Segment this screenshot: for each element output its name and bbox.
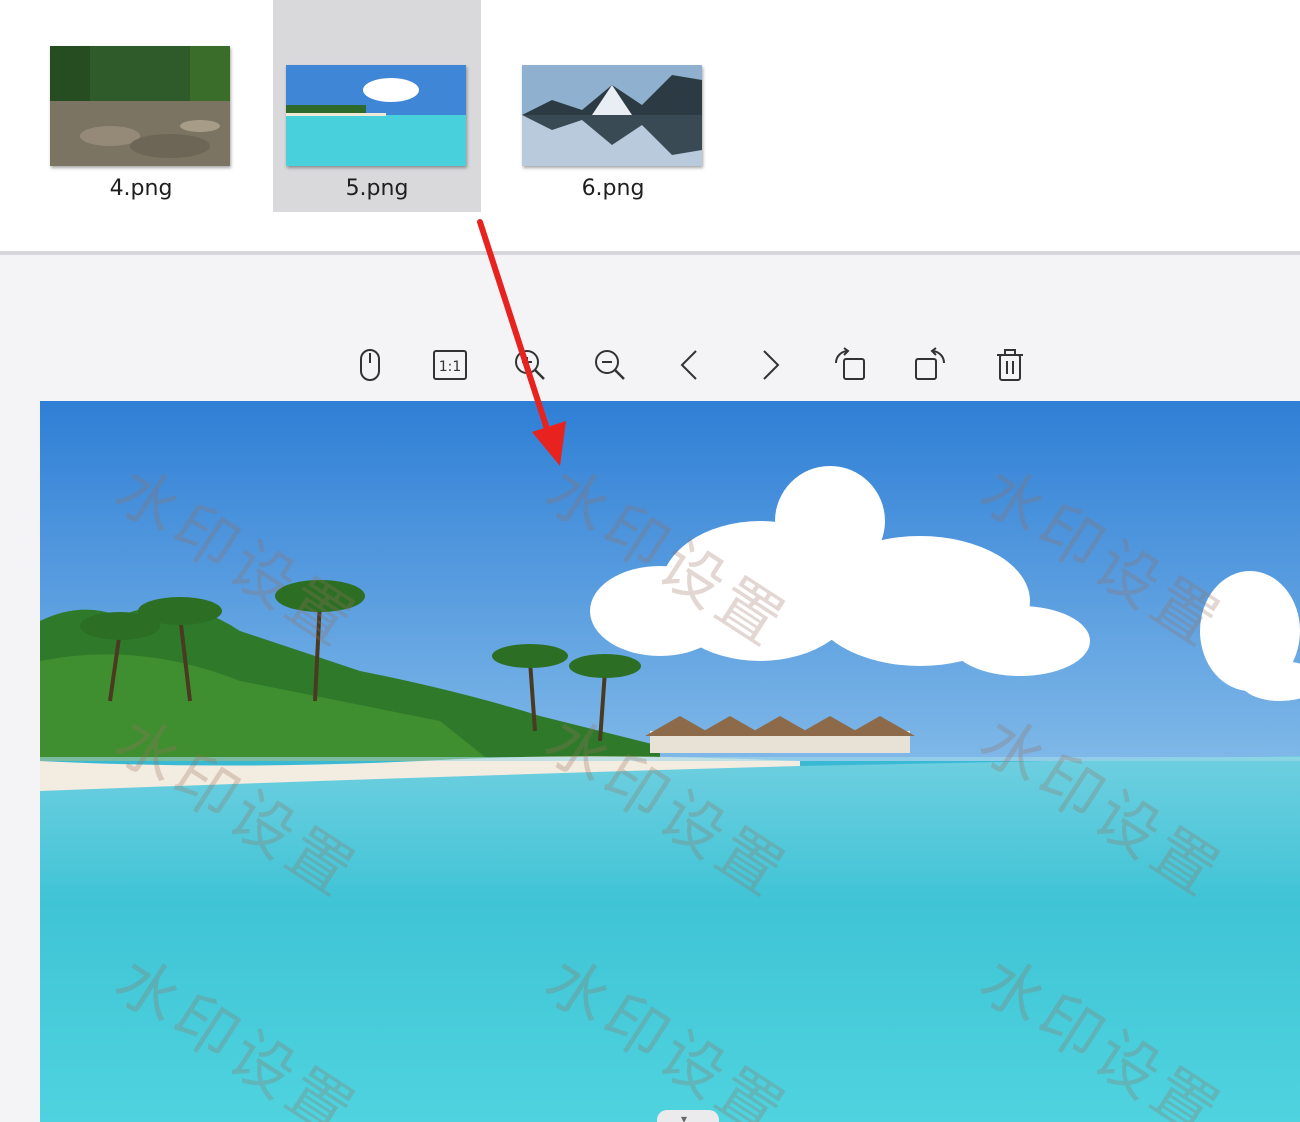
chevron-left-icon (680, 350, 697, 380)
thumbnail-forest-river (50, 46, 230, 166)
image-preview: 水印设置 水印设置 水印设置 水印设置 水印设置 水印设置 水印设置 水印设置 … (40, 401, 1300, 1122)
delete-button[interactable] (980, 335, 1040, 395)
file-strip: 4.png 5.png 6.png (0, 0, 1300, 252)
rotate-right-button[interactable] (900, 335, 960, 395)
chevron-right-icon (763, 350, 780, 380)
file-tile-5[interactable]: 5.png (273, 0, 481, 212)
chevron-down-icon: ▾ (681, 1112, 688, 1122)
viewer-toolbar: 1:1 (340, 335, 1040, 395)
zoom-in-button[interactable] (500, 335, 560, 395)
file-name: 4.png (109, 176, 173, 201)
file-name: 5.png (345, 176, 409, 201)
zoom-out-icon (595, 350, 625, 380)
rotate-left-icon (835, 347, 865, 380)
next-image-button[interactable] (740, 335, 800, 395)
file-name: 6.png (581, 176, 645, 201)
zoom-in-icon (515, 350, 545, 380)
rotate-right-icon (915, 347, 945, 380)
zoom-out-button[interactable] (580, 335, 640, 395)
collapse-handle[interactable]: ▾ (657, 1110, 719, 1122)
actual-size-label: 1:1 (439, 359, 462, 375)
file-tile-6[interactable]: 6.png (509, 0, 717, 212)
thumbnail-beach (286, 65, 466, 166)
actual-size-button[interactable]: 1:1 (420, 335, 480, 395)
previous-image-button[interactable] (660, 335, 720, 395)
actual-size-icon: 1:1 (433, 350, 467, 380)
file-tile-4[interactable]: 4.png (37, 0, 245, 212)
trash-icon (997, 349, 1023, 381)
thumbnail-mountain-lake (522, 65, 702, 166)
rotate-left-button[interactable] (820, 335, 880, 395)
mouse-mode-button[interactable] (340, 335, 400, 395)
mouse-icon (360, 349, 380, 381)
